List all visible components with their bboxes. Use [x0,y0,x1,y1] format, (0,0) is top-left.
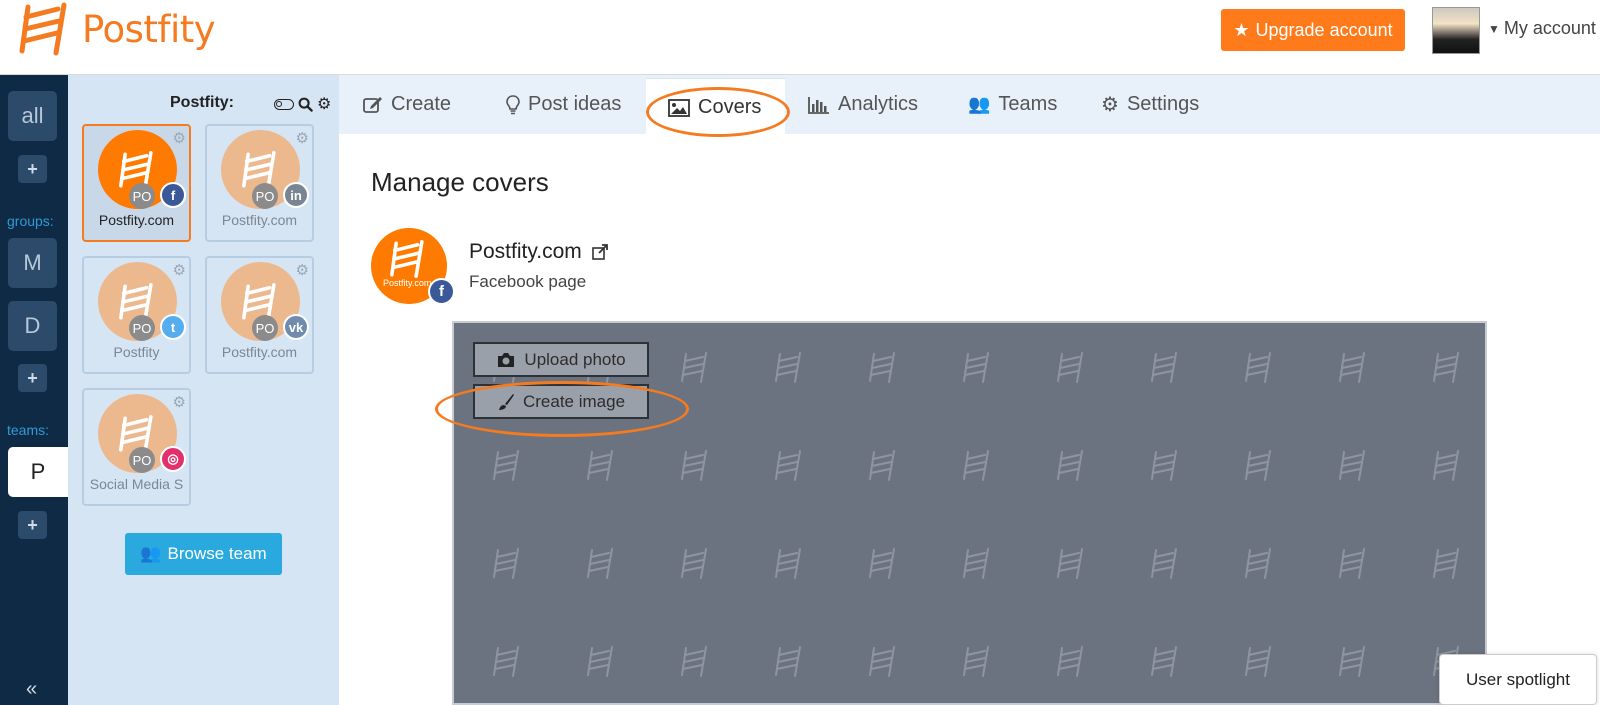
account-label: My account [1503,18,1596,38]
group-item-d[interactable]: D [8,301,57,351]
upgrade-label: Upgrade account [1255,19,1393,40]
tab-covers-label: Covers [698,96,762,118]
upload-photo-label: Upload photo [524,349,626,369]
watermark-pattern [454,323,1485,703]
my-account-menu[interactable]: ▼ My account [1488,18,1596,39]
search-icon[interactable] [298,97,313,112]
create-image-button[interactable]: Create image [473,384,649,419]
gear-icon[interactable]: ⚙ [296,261,309,279]
groups-label: groups: [7,213,54,229]
gear-icon[interactable]: ⚙ [317,94,331,114]
team-p-label: P [30,459,46,484]
external-link-icon[interactable] [592,244,608,260]
teams-label: teams: [7,422,50,438]
group-d-label: D [24,313,41,338]
profile-badge: PO [129,183,155,209]
gears-icon: ⚙ [1101,94,1119,116]
plus-icon: + [27,514,38,535]
add-team-button[interactable]: + [18,511,47,539]
profile-card-instagram[interactable]: ⚙ PO ◎ Social Media S [82,388,191,506]
group-item-m[interactable]: M [8,238,57,288]
tab-create-label: Create [391,93,452,115]
lightbulb-icon [506,94,520,114]
camera-icon [498,352,515,367]
collapse-sidebar-icon[interactable]: « [26,678,37,701]
profile-badge: PO [129,315,155,341]
page-type: Facebook page [469,272,587,291]
cover-preview: Upload photo Create image [452,321,1487,705]
tab-covers[interactable]: Covers [646,78,786,136]
page-title: Manage covers [371,167,549,197]
upload-photo-button[interactable]: Upload photo [473,342,649,377]
upgrade-account-button[interactable]: ★ Upgrade account [1221,9,1405,51]
postfity-logo-icon [19,2,67,56]
team-item-p[interactable]: P [8,447,68,497]
tab-analytics-label: Analytics [838,93,919,115]
tab-analytics[interactable]: Analytics [808,75,918,134]
profile-badge: PO [129,447,155,473]
group-m-label: M [23,250,42,275]
user-spotlight-button[interactable]: User spotlight [1439,654,1597,705]
profile-name: Postfity.com [221,344,298,360]
rail-all-button[interactable]: all [8,91,57,141]
bar-chart-icon [808,96,829,114]
profile-badge: PO [252,183,278,209]
linkedin-icon: in [283,182,309,208]
users-icon: 👥 [140,544,162,563]
add-group-button[interactable]: + [18,364,47,392]
tab-teams[interactable]: 👥 Teams [968,75,1057,134]
tab-settings[interactable]: ⚙ Settings [1101,75,1199,134]
profile-name: Social Media S [89,476,184,492]
edit-icon [363,96,382,113]
toggle-icon[interactable] [274,98,294,110]
profile-card-facebook[interactable]: ⚙ PO f Postfity.com [82,124,191,242]
top-header: Postfity ★ Upgrade account ▼ My account [0,0,1600,75]
users-icon: 👥 [968,94,991,114]
profile-name: Postfity.com [98,212,175,228]
instagram-icon: ◎ [160,446,186,472]
star-icon: ★ [1233,19,1250,40]
tab-settings-label: Settings [1126,93,1200,115]
browse-team-label: Browse team [167,544,267,563]
facebook-icon: f [160,182,186,208]
profiles-title: Postfity: [170,94,234,111]
profile-badge: PO [252,315,278,341]
postfity-logo[interactable]: Postfity [18,2,216,56]
user-spotlight-label: User spotlight [1466,669,1570,689]
postfity-logo-icon [390,240,424,278]
page-name: Postfity.com [469,240,608,264]
logo-text: Postfity [82,7,216,51]
gear-icon[interactable]: ⚙ [173,129,186,147]
profile-card-twitter[interactable]: ⚙ PO t Postfity [82,256,191,374]
facebook-icon: f [428,278,455,305]
user-avatar[interactable] [1432,7,1480,54]
paintbrush-icon [498,393,514,410]
profile-card-vk[interactable]: ⚙ PO vk Postfity.com [205,256,314,374]
caret-down-icon: ▼ [1488,21,1500,36]
main-tabs: Create Post ideas Covers Analytics 👥 Tea… [339,75,1600,136]
plus-icon: + [27,158,38,179]
gear-icon[interactable]: ⚙ [173,393,186,411]
browse-team-button[interactable]: 👥 Browse team [125,533,282,575]
page-avatar-text: Postfity.com [383,278,432,288]
image-icon [668,98,690,117]
tab-post-ideas[interactable]: Post ideas [506,75,621,134]
vk-icon: vk [283,314,309,340]
plus-icon: + [27,367,38,388]
add-profile-button[interactable]: + [18,155,47,183]
tab-teams-label: Teams [998,93,1058,115]
profile-name: Postfity.com [221,212,298,228]
profile-card-linkedin[interactable]: ⚙ PO in Postfity.com [205,124,314,242]
profile-name: Postfity [113,344,160,360]
twitter-icon: t [160,314,186,340]
profile-tools: ⚙ [274,94,331,114]
tab-create[interactable]: Create [363,75,451,134]
gear-icon[interactable]: ⚙ [296,129,309,147]
tab-post-ideas-label: Post ideas [528,93,622,115]
create-image-label: Create image [522,391,626,411]
page-name-label: Postfity.com [469,240,582,263]
rail-all-label: all [21,103,44,128]
gear-icon[interactable]: ⚙ [173,261,186,279]
